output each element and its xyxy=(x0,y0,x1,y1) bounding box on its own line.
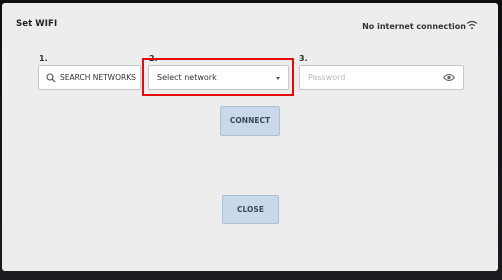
network-select-value: Select network xyxy=(157,73,217,82)
step-1-label: 1. xyxy=(39,54,48,63)
eye-icon[interactable] xyxy=(443,73,455,82)
step-3-label: 3. xyxy=(299,54,308,63)
password-input[interactable] xyxy=(300,66,438,89)
wifi-off-icon xyxy=(466,20,478,30)
chevron-down-icon xyxy=(276,77,280,80)
device-bezel: Set WIFI No internet connection 1. 2. 3.… xyxy=(0,0,502,280)
search-icon xyxy=(46,73,56,83)
connection-status: No internet connection xyxy=(362,22,466,31)
connect-button[interactable]: CONNECT xyxy=(220,106,280,136)
search-networks-button[interactable]: SEARCH NETWORKS xyxy=(38,65,141,90)
close-button[interactable]: CLOSE xyxy=(222,195,279,224)
dialog-title: Set WIFI xyxy=(16,19,58,29)
network-select[interactable]: Select network xyxy=(148,65,289,90)
wifi-dialog: Set WIFI No internet connection 1. 2. 3.… xyxy=(2,3,498,271)
password-field[interactable] xyxy=(299,65,464,90)
search-networks-label: SEARCH NETWORKS xyxy=(60,73,136,82)
step-2-label: 2. xyxy=(149,54,158,63)
